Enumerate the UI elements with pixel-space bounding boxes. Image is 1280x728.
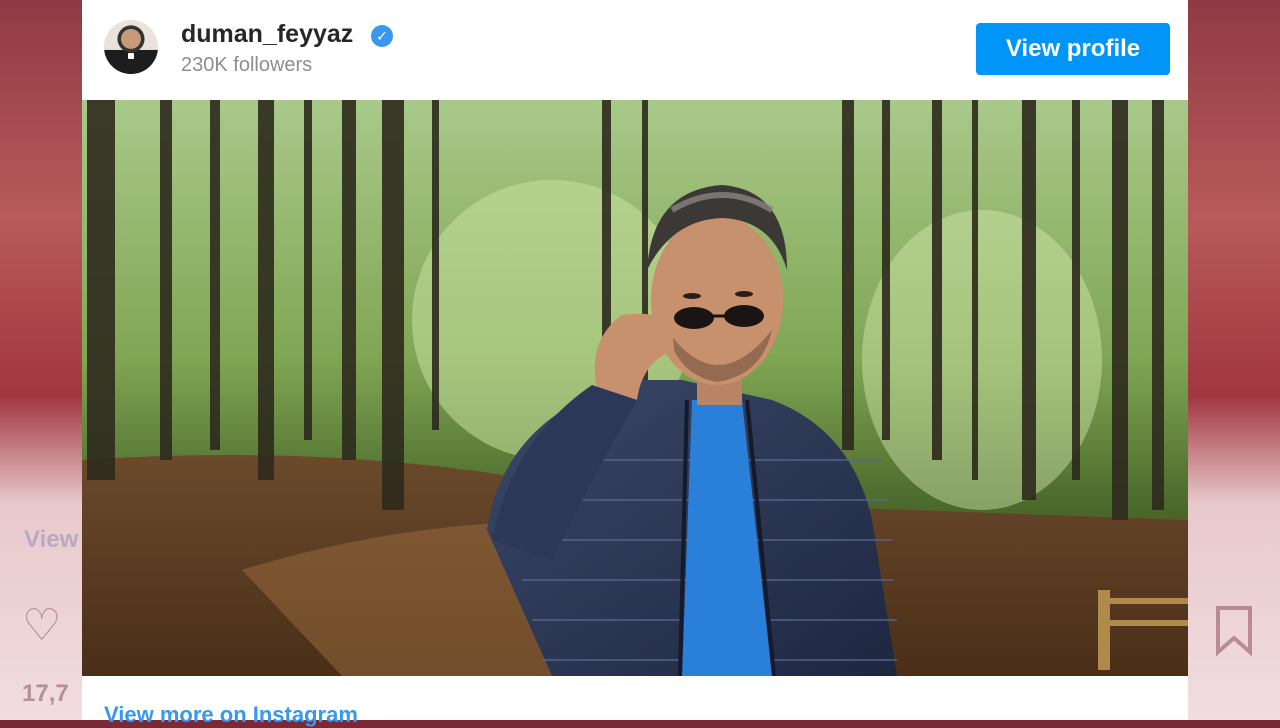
background-right-panel xyxy=(1188,0,1280,720)
post-header: duman_feyyaz ✓ 230K followers View profi… xyxy=(82,0,1188,100)
post-photo[interactable] xyxy=(82,100,1188,676)
verified-badge-icon: ✓ xyxy=(371,25,393,47)
username[interactable]: duman_feyyaz xyxy=(181,20,353,49)
heart-icon: ♡ xyxy=(22,601,62,650)
background-left-panel: View ♡ 17,7 xyxy=(0,0,82,720)
bookmark-icon xyxy=(1216,606,1252,656)
view-profile-button[interactable]: View profile xyxy=(976,23,1170,75)
view-more-on-instagram-link[interactable]: View more on Instagram xyxy=(104,702,358,728)
man-in-forest-photo xyxy=(82,100,1188,676)
post-footer: View more on Instagram xyxy=(82,676,1188,727)
background-ghost-link: View xyxy=(24,526,79,553)
followers-count: 230K followers xyxy=(181,54,313,76)
background-ghost-count: 17,7 xyxy=(22,680,69,707)
instagram-embed-card: duman_feyyaz ✓ 230K followers View profi… xyxy=(82,0,1188,727)
avatar[interactable] xyxy=(104,20,158,74)
